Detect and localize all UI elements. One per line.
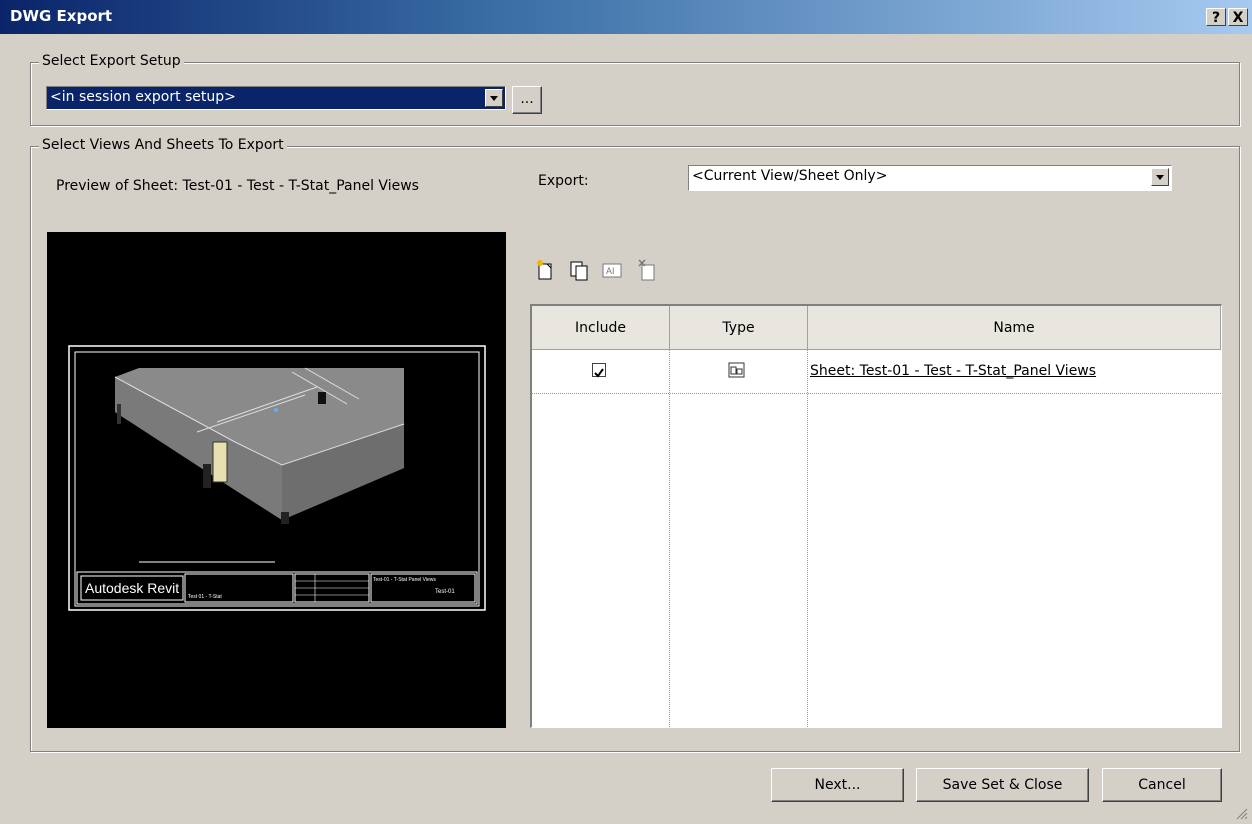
column-divider [807,350,808,727]
duplicate-set-icon[interactable] [568,258,590,282]
modify-setup-button[interactable]: ... [512,86,542,114]
save-set-close-button[interactable]: Save Set & Close [916,768,1089,802]
svg-text:AI: AI [606,266,615,276]
export-setup-legend: Select Export Setup [39,53,184,69]
preview-caption: Preview of Sheet: Test-01 - Test - T-Sta… [56,178,419,194]
export-range-value: <Current View/Sheet Only> [692,168,888,184]
export-setup-dropdown[interactable]: <in session export setup> [46,86,506,110]
checkmark-icon [594,368,604,378]
export-range-dropdown[interactable]: <Current View/Sheet Only> [688,165,1172,191]
chevron-down-icon[interactable] [1151,168,1169,186]
chevron-down-icon[interactable] [485,89,503,107]
column-header-type[interactable]: Type [670,306,808,350]
cancel-button[interactable]: Cancel [1102,768,1222,802]
sheet-preview-drawing: Autodesk Revit Test 01 - T-Stat Test-01 … [68,345,486,611]
close-button[interactable]: X [1228,8,1248,26]
export-setup-value: <in session export setup> [50,89,236,105]
preview-sheet-name: Test-01 - T-Stat Panel Views [373,577,436,583]
views-sheets-legend: Select Views And Sheets To Export [39,137,287,153]
preview-sheet-number: Test-01 [435,589,455,595]
export-label: Export: [538,173,589,189]
resize-grip-icon[interactable] [1234,806,1248,820]
title-bar[interactable]: DWG Export ? X [0,0,1252,34]
sheet-icon [728,361,746,379]
help-button[interactable]: ? [1206,8,1226,26]
column-header-include[interactable]: Include [532,306,670,350]
views-table: Include Type Name Sheet: Test-01 - Test … [530,304,1222,728]
row-name-link[interactable]: Sheet: Test-01 - Test - T-Stat_Panel Vie… [810,363,1096,379]
table-row[interactable]: Sheet: Test-01 - Test - T-Stat_Panel Vie… [532,350,1220,393]
rename-set-icon[interactable]: AI [601,258,623,282]
column-divider [669,350,670,727]
include-checkbox[interactable] [592,363,606,378]
preview-logo: Autodesk Revit [85,580,179,596]
sheet-preview: Autodesk Revit Test 01 - T-Stat Test-01 … [47,232,506,728]
preview-project: Test 01 - T-Stat [188,594,222,600]
dialog-title: DWG Export [10,7,113,25]
row-divider [532,393,1221,394]
new-set-icon[interactable] [535,258,557,282]
dwg-export-dialog: DWG Export ? X Select Export Setup <in s… [0,0,1252,824]
next-button[interactable]: Next... [771,768,904,802]
delete-set-icon[interactable] [637,258,659,282]
column-header-name[interactable]: Name [808,306,1221,350]
